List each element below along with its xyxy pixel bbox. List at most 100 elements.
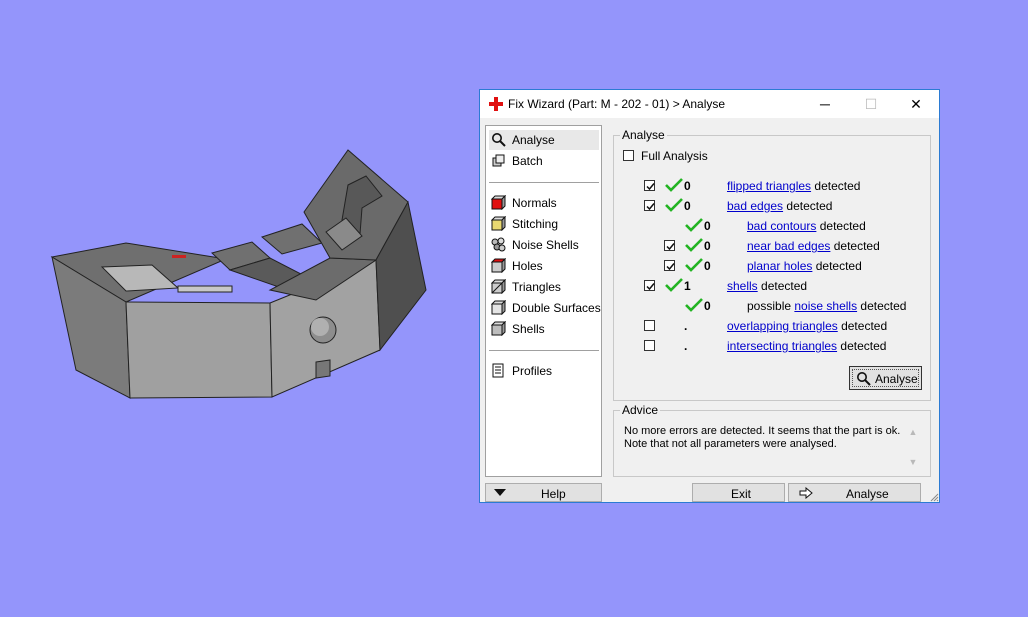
batch-icon xyxy=(492,154,505,167)
advice-group: Advice No more errors are detected. It s… xyxy=(613,403,931,477)
nav-label-normals: Normals xyxy=(512,196,557,210)
nav-item-batch[interactable]: Batch xyxy=(489,151,599,171)
detected-label: detected xyxy=(837,319,888,333)
resize-grip-icon[interactable] xyxy=(929,492,939,502)
bad-edges-result-text: bad edges detected xyxy=(727,199,832,213)
intersecting-triangles-count: . xyxy=(684,339,688,353)
green-check-icon xyxy=(685,238,703,252)
nav-label-analyse: Analyse xyxy=(512,133,555,147)
flipped-triangles-count: 0 xyxy=(684,179,691,193)
result-prefix: possible xyxy=(747,299,795,313)
green-check-icon xyxy=(685,298,703,312)
flipped-triangles-result-text: flipped triangles detected xyxy=(727,179,860,193)
overlapping-triangles-link[interactable]: overlapping triangles xyxy=(727,319,838,333)
full-analysis-label: Full Analysis xyxy=(641,149,708,163)
planar-holes-link[interactable]: planar holes xyxy=(747,259,812,273)
nav-item-double-surfaces[interactable]: Double Surfaces xyxy=(489,298,601,318)
green-check-icon xyxy=(665,278,683,292)
bad-contours-result-text: bad contours detected xyxy=(747,219,866,233)
advice-text: No more errors are detected. It seems th… xyxy=(624,425,901,450)
noise-shells-link[interactable]: noise shells xyxy=(794,299,857,313)
intersecting-triangles-result-text: intersecting triangles detected xyxy=(727,339,886,353)
nav-label-noise-shells: Noise Shells xyxy=(512,238,579,252)
normals-cube-icon xyxy=(491,195,506,210)
close-button[interactable]: ✕ xyxy=(893,90,939,118)
noise-shells-result-text: possible noise shells detected xyxy=(747,299,906,313)
wizard-nav: Analyse Batch Normals Stitching Noise Sh… xyxy=(485,125,602,477)
nav-label-double-surfaces: Double Surfaces xyxy=(512,301,601,315)
nav-item-analyse[interactable]: Analyse xyxy=(489,130,599,150)
intersecting-triangles-checkbox[interactable] xyxy=(644,340,655,351)
analyse-footer-button-label: Analyse xyxy=(846,487,889,501)
near-bad-edges-count: 0 xyxy=(704,239,711,253)
green-check-icon xyxy=(665,178,683,192)
planar-holes-checkbox[interactable] xyxy=(664,260,675,271)
nav-item-shells[interactable]: Shells xyxy=(489,319,599,339)
intersecting-triangles-link[interactable]: intersecting triangles xyxy=(727,339,837,353)
nav-item-noise-shells[interactable]: Noise Shells xyxy=(489,235,599,255)
nav-item-holes[interactable]: Holes xyxy=(489,256,599,276)
analyse-inline-button[interactable]: Analyse xyxy=(849,366,922,390)
overlapping-triangles-result-text: overlapping triangles detected xyxy=(727,319,887,333)
exit-button[interactable]: Exit xyxy=(692,483,785,502)
maximize-button[interactable]: ☐ xyxy=(848,90,894,118)
part-model[interactable] xyxy=(40,140,440,410)
green-check-icon xyxy=(685,218,703,232)
scroll-down-arrow[interactable]: ▼ xyxy=(906,455,920,469)
planar-holes-result-text: planar holes detected xyxy=(747,259,862,273)
near-bad-edges-link[interactable]: near bad edges xyxy=(747,239,830,253)
bad-contours-link[interactable]: bad contours xyxy=(747,219,816,233)
arrow-right-icon xyxy=(799,487,813,499)
nav-divider xyxy=(489,182,599,183)
nav-item-stitching[interactable]: Stitching xyxy=(489,214,599,234)
bad-contours-count: 0 xyxy=(704,219,711,233)
bad-edges-checkbox[interactable] xyxy=(644,200,655,211)
bad-edges-count: 0 xyxy=(684,199,691,213)
near-bad-edges-checkbox[interactable] xyxy=(664,240,675,251)
nav-label-triangles: Triangles xyxy=(512,280,561,294)
detected-label: detected xyxy=(811,179,861,193)
nav-label-batch: Batch xyxy=(512,154,543,168)
minimize-button[interactable]: ─ xyxy=(802,90,848,118)
magnifier-icon xyxy=(492,133,506,147)
help-button[interactable]: Help xyxy=(485,483,602,502)
shells-result-text: shells detected xyxy=(727,279,807,293)
3d-viewport[interactable] xyxy=(0,0,470,617)
planar-holes-count: 0 xyxy=(704,259,711,273)
profiles-icon xyxy=(492,363,504,378)
exit-button-label: Exit xyxy=(731,487,752,501)
detected-label: detected xyxy=(857,299,907,313)
analyse-footer-button[interactable]: Analyse xyxy=(788,483,921,502)
nav-item-normals[interactable]: Normals xyxy=(489,193,599,213)
flipped-triangles-checkbox[interactable] xyxy=(644,180,655,191)
scroll-up-arrow[interactable]: ▲ xyxy=(906,425,920,439)
shells-count: 1 xyxy=(684,279,691,293)
shells-link[interactable]: shells xyxy=(727,279,758,293)
window-title: Fix Wizard (Part: M - 202 - 01) > Analys… xyxy=(508,97,726,111)
green-check-icon xyxy=(665,198,683,212)
shells-cube-icon xyxy=(491,321,506,336)
detected-label: detected xyxy=(812,259,862,273)
detected-label: detected xyxy=(830,239,880,253)
shells-checkbox[interactable] xyxy=(644,280,655,291)
title-bar[interactable]: Fix Wizard (Part: M - 202 - 01) > Analys… xyxy=(480,90,939,118)
flipped-triangles-link[interactable]: flipped triangles xyxy=(727,179,811,193)
nav-item-triangles[interactable]: Triangles xyxy=(489,277,599,297)
detected-label: detected xyxy=(816,219,866,233)
green-check-icon xyxy=(685,258,703,272)
holes-cube-icon xyxy=(491,258,506,273)
triangle-down-icon xyxy=(494,489,506,496)
detected-label: detected xyxy=(837,339,887,353)
nav-divider xyxy=(489,350,599,351)
full-analysis-checkbox[interactable] xyxy=(623,150,634,161)
fix-wizard-dialog: Fix Wizard (Part: M - 202 - 01) > Analys… xyxy=(479,89,940,503)
analyse-inline-button-label: Analyse xyxy=(875,372,918,386)
near-bad-edges-result-text: near bad edges detected xyxy=(747,239,880,253)
bad-edges-link[interactable]: bad edges xyxy=(727,199,783,213)
overlapping-triangles-checkbox[interactable] xyxy=(644,320,655,331)
double-surfaces-icon xyxy=(491,300,506,315)
noise-shells-count: 0 xyxy=(704,299,711,313)
overlapping-triangles-count: . xyxy=(684,319,688,333)
magnifier-icon xyxy=(857,372,871,386)
nav-item-profiles[interactable]: Profiles xyxy=(489,361,599,381)
